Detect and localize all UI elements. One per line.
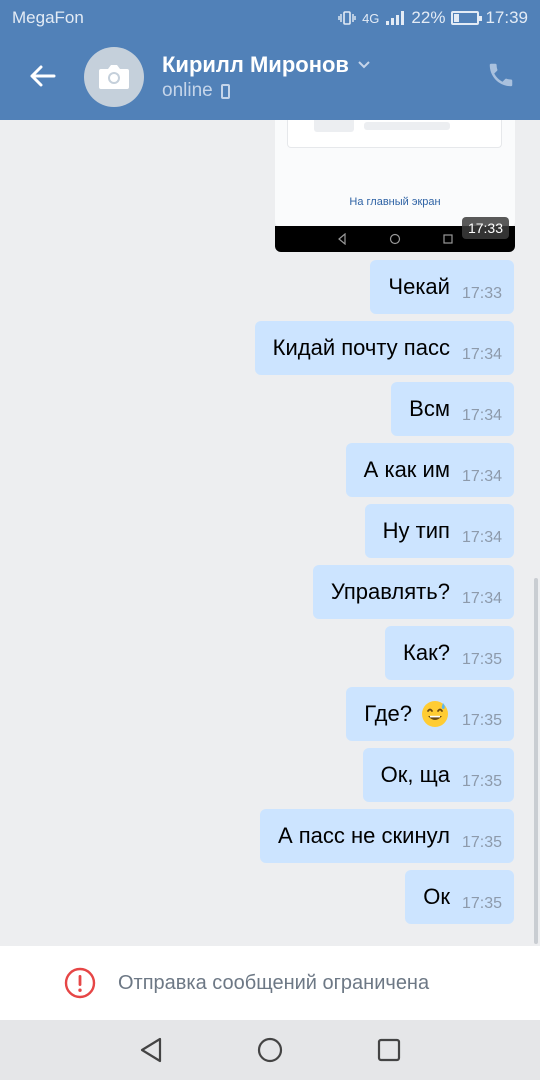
status-bar: MegaFon 4G 22% 17:39 [0,0,540,36]
message-text: Ок, ща [380,762,450,787]
message-text: Чекай [388,274,450,299]
message-bubble[interactable]: Кидай почту пасс 17:34 [254,321,514,375]
vibrate-icon [338,11,356,25]
presence-status: online [162,80,230,102]
message-bubble[interactable]: Всм 17:34 [391,382,514,436]
nav-back-button[interactable] [138,1036,164,1064]
status-time: 17:39 [485,8,528,27]
message-time: 17:33 [461,285,502,302]
network-type: 4G [362,10,380,26]
camera-icon [99,65,129,89]
message-bubble[interactable]: А пасс не скинул 17:35 [259,809,514,863]
message-text: А как им [363,457,450,482]
avatar[interactable] [84,47,144,107]
message-time: 17:34 [461,407,502,424]
battery-icon [451,11,483,25]
call-button[interactable] [486,60,520,94]
chevron-down-icon [358,61,370,69]
message-text: Где? [364,701,412,726]
message-text: Ок [423,884,450,909]
message-bubble[interactable]: Ну тип 17:34 [364,504,514,558]
message-bubble[interactable]: Чекай 17:33 [370,260,514,314]
nav-recent-icon [443,234,453,244]
image-message[interactable]: На главный экран 17:33 [275,120,515,252]
signal-icon [386,11,405,25]
nav-home-button[interactable] [256,1036,284,1064]
message-text: А пасс не скинул [277,823,450,848]
carrier-name: MegaFon [12,8,84,27]
message-text: Всм [409,396,450,421]
screenshot-card [287,120,502,148]
contact-name[interactable]: Кирилл Миронов [162,52,371,78]
screenshot-link-text: На главный экран [349,196,441,208]
image-message-time: 17:33 [461,217,509,239]
message-text: Ну тип [382,518,450,543]
message-time: 17:35 [461,773,502,790]
scrollbar[interactable] [534,578,538,944]
message-time: 17:34 [461,590,502,607]
message-list[interactable]: На главный экран 17:33 Чекай 17:33 Кидай п… [0,120,540,946]
phone-icon [489,63,513,87]
message-text: Как? [403,640,450,665]
warning-circle-icon [64,967,96,999]
message-bubble[interactable]: А как им 17:34 [345,443,514,497]
restriction-banner: Отправка сообщений ограничена [0,946,540,1020]
message-time: 17:35 [461,895,502,912]
status-indicators: 4G 22% 17:39 [338,8,528,28]
back-button[interactable] [22,56,62,96]
battery-percent: 22% [411,8,446,27]
message-bubble[interactable]: Ок, ща 17:35 [362,748,514,802]
contact-name-text: Кирилл Миронов [162,52,349,77]
message-time: 17:35 [461,712,502,729]
sweat-smile-emoji-icon [421,701,448,727]
message-bubble[interactable]: Ок 17:35 [405,870,514,924]
message-bubble[interactable]: Как? 17:35 [385,626,514,680]
nav-recents-button[interactable] [376,1037,402,1063]
message-time: 17:34 [461,346,502,363]
app-header: MegaFon 4G 22% 17:39 Кирилл Миронов onli… [0,0,540,120]
message-text: Управлять? [330,579,450,604]
message-bubble[interactable]: Управлять? 17:34 [312,565,514,619]
message-bubble[interactable]: Где? 17:35 [346,687,514,741]
nav-home-icon [389,233,401,245]
mobile-icon [220,83,230,99]
system-nav-bar [0,1020,540,1080]
message-text: Кидай почту пасс [272,335,450,360]
message-time: 17:34 [461,468,502,485]
nav-back-icon [338,233,346,245]
presence-text: online [162,80,213,101]
message-time: 17:34 [461,529,502,546]
restriction-text: Отправка сообщений ограничена [118,971,430,994]
message-time: 17:35 [461,651,502,668]
message-time: 17:35 [461,834,502,851]
back-arrow-icon [30,65,56,87]
